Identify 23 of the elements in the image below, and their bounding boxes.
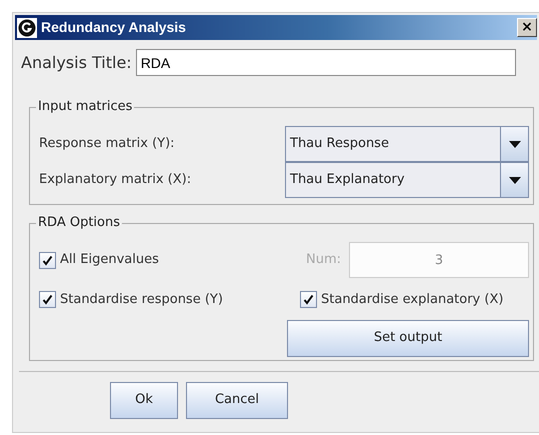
field-label: Response matrix (Y):	[39, 135, 175, 154]
app-icon	[17, 18, 37, 38]
checkbox-label: All Eigenvalues	[60, 251, 159, 270]
caret-icon	[508, 176, 520, 184]
field-label: Explanatory matrix (X):	[39, 171, 192, 190]
checkbox[interactable]	[39, 252, 56, 268]
dropdown[interactable]: Thau Response	[285, 126, 529, 162]
field-label: Analysis Title:	[21, 52, 132, 74]
checkbox[interactable]	[39, 291, 56, 308]
title-field[interactable]: RDA	[136, 49, 516, 76]
close-button[interactable]: ×	[517, 18, 537, 37]
checkbox[interactable]	[300, 291, 317, 308]
group-legend: Input matrices	[36, 99, 134, 115]
dialog-button[interactable]: Cancel	[186, 382, 288, 418]
group-legend: RDA Options	[36, 215, 122, 231]
dialog-button[interactable]: Ok	[110, 382, 178, 418]
checkbox-label: Standardise explanatory (X)	[321, 291, 504, 309]
checkbox-label: Standardise response (Y)	[60, 291, 223, 309]
field-label: Num:	[306, 251, 341, 270]
window-title: Redundancy Analysis	[41, 18, 186, 37]
caret-icon	[508, 140, 520, 148]
set-output-button[interactable]: Set output	[287, 320, 529, 356]
dropdown[interactable]: Thau Explanatory	[285, 162, 529, 198]
